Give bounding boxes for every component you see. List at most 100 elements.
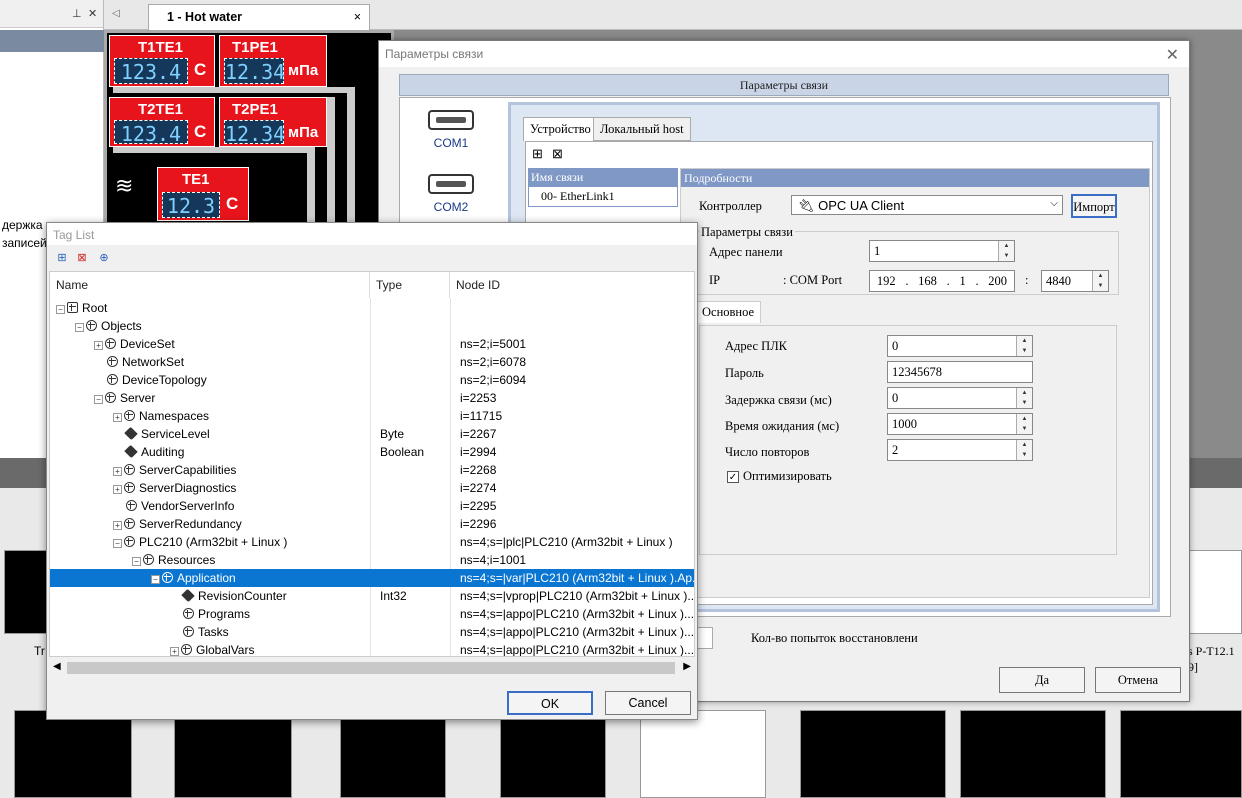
expand-icon[interactable]: + (113, 413, 122, 422)
expand-icon[interactable]: + (113, 485, 122, 494)
tag-tree-row[interactable]: DeviceTopology ns=2;i=6094 (50, 371, 694, 389)
collapse-icon[interactable]: − (75, 323, 84, 332)
timeout-field[interactable]: 1000 ▲ ▼ (887, 413, 1033, 435)
left-pane-selected-item[interactable] (0, 30, 104, 52)
tag-tree-row[interactable]: − Objects (50, 317, 694, 335)
optimize-checkbox[interactable]: ✓ (727, 471, 739, 483)
horizontal-scrollbar[interactable]: ◀ ▶ (49, 659, 695, 677)
com2-item[interactable]: COM2 (416, 174, 486, 214)
tag-block-te1[interactable]: TE1 12.3 C (157, 167, 249, 221)
scroll-thumb[interactable] (67, 662, 675, 674)
collapse-icon[interactable]: − (56, 305, 65, 314)
ip-address-field[interactable]: 192. 168. 1. 200 (869, 270, 1015, 292)
tag-tree-row[interactable]: − Server i=2253 (50, 389, 694, 407)
tag-block-t1te1[interactable]: T1TE1 123.4 C (109, 35, 215, 87)
cancel-button[interactable]: Отмена (1095, 667, 1181, 693)
tag-tree-row[interactable]: Programs ns=4;s=|appo|PLC210 (Arm32bit + … (50, 605, 694, 623)
delete-connection-icon[interactable]: ⊠ (552, 146, 563, 162)
thumbnail[interactable] (174, 710, 292, 798)
expand-icon[interactable]: + (170, 647, 179, 656)
tab-main[interactable]: Основное (695, 301, 762, 323)
expand-icon[interactable]: + (113, 467, 122, 476)
scroll-left-icon[interactable]: ◀ (53, 661, 61, 672)
pin-icon[interactable]: ⊥ (72, 7, 82, 20)
retries-field[interactable]: 2 ▲ ▼ (887, 439, 1033, 461)
close-icon[interactable]: ✕ (1166, 45, 1179, 65)
tag-tree-row[interactable]: + GlobalVars ns=4;s=|appo|PLC210 (Arm32bit… (50, 641, 694, 656)
tag-tree-row[interactable]: − Resources ns=4;i=1001 (50, 551, 694, 569)
add-connection-icon[interactable]: ⊞ (532, 146, 543, 162)
tag-name-cell: − Server (94, 389, 372, 407)
tag-tree-row[interactable]: VendorServerInfo i=2295 (50, 497, 694, 515)
thumbnail[interactable] (1182, 550, 1242, 634)
tag-list-ok-button[interactable]: OK (507, 691, 593, 715)
column-header-node-id[interactable]: Node ID (450, 272, 694, 298)
tag-tree-row[interactable]: Auditing Boolean i=2994 (50, 443, 694, 461)
tag-tree-row[interactable]: − Root (50, 299, 694, 317)
ip-octet: 200 (988, 274, 1008, 288)
thumbnail[interactable] (960, 710, 1106, 798)
tag-tree-row[interactable]: − PLC210 (Arm32bit + Linux ) ns=4;s=|plc|P… (50, 533, 694, 551)
scroll-right-icon[interactable]: ▶ (683, 661, 691, 672)
spinner[interactable]: ▲ ▼ (998, 241, 1014, 261)
tag-name: PLC210 (Arm32bit + Linux ) (139, 535, 288, 549)
tag-tree-row[interactable]: − Application ns=4;s=|var|PLC210 (Arm32bit… (50, 569, 694, 587)
thumbnail[interactable] (500, 716, 606, 798)
controller-select[interactable]: 🔌︎ OPC UA Client ⌵ (791, 195, 1063, 215)
panel-address-field[interactable]: 1 ▲ ▼ (869, 240, 1015, 262)
tab-hot-water[interactable]: 1 - Hot water × (148, 4, 370, 31)
tag-tree-row[interactable]: + ServerCapabilities i=2268 (50, 461, 694, 479)
tab-device[interactable]: Устройство (523, 117, 598, 141)
com1-item[interactable]: COM1 (416, 110, 486, 150)
add-tag-icon[interactable]: ⊞ (55, 251, 69, 265)
list-item[interactable]: 00- EtherLink1 (528, 186, 678, 207)
node-icon (105, 338, 116, 349)
tag-list-cancel-button[interactable]: Cancel (605, 691, 691, 715)
import-button[interactable]: Импорт (1071, 194, 1117, 218)
tag-tree-row[interactable]: ServiceLevel Byte i=2267 (50, 425, 694, 443)
spinner[interactable]: ▲ ▼ (1016, 388, 1032, 408)
delay-field[interactable]: 0 ▲ ▼ (887, 387, 1033, 409)
tab-local-host[interactable]: Локальный host (593, 117, 691, 141)
spinner[interactable]: ▲ ▼ (1016, 440, 1032, 460)
thumbnail[interactable] (800, 710, 946, 798)
tag-block-t2te1[interactable]: T2TE1 123.4 C (109, 97, 215, 147)
spinner[interactable]: ▲ ▼ (1016, 336, 1032, 356)
spinner[interactable]: ▲ ▼ (1092, 271, 1108, 291)
collapse-icon[interactable]: − (113, 539, 122, 548)
tab-close-icon[interactable]: × (354, 10, 361, 24)
port-field[interactable]: 4840 ▲ ▼ (1041, 270, 1109, 292)
close-icon[interactable]: ✕ (88, 7, 97, 20)
collapse-icon[interactable]: − (132, 557, 141, 566)
tag-tree-row[interactable]: NetworkSet ns=2;i=6078 (50, 353, 694, 371)
tag-tree-row[interactable]: Tasks ns=4;s=|appo|PLC210 (Arm32bit + Lin… (50, 623, 694, 641)
delete-tag-icon[interactable]: ⊠ (75, 251, 89, 265)
tag-tree-row[interactable]: + ServerDiagnostics i=2274 (50, 479, 694, 497)
recovery-spinner[interactable] (697, 627, 713, 649)
browse-server-icon[interactable]: ⊕ (97, 251, 111, 265)
thumbnail[interactable] (340, 716, 446, 798)
tag-tree-row[interactable]: + Namespaces i=11715 (50, 407, 694, 425)
tag-block-t1pe1[interactable]: T1PE1 12.34 мПа (219, 35, 327, 87)
tag-tree-row[interactable]: RevisionCounter Int32 ns=4;s=|vprop|PLC210… (50, 587, 694, 605)
heat-exchanger-icon: ≋ (115, 173, 134, 198)
column-header-name[interactable]: Name (50, 272, 370, 298)
tag-tree-row[interactable]: + DeviceSet ns=2;i=5001 (50, 335, 694, 353)
expand-icon[interactable]: + (113, 521, 122, 530)
spinner[interactable]: ▲ ▼ (1016, 414, 1032, 434)
thumbnail[interactable] (4, 550, 48, 634)
tag-tree-row[interactable]: + ServerRedundancy i=2296 (50, 515, 694, 533)
thumbnail[interactable] (14, 710, 132, 798)
password-field[interactable]: 12345678 (887, 361, 1033, 383)
expand-icon[interactable]: + (94, 341, 103, 350)
thumbnail[interactable] (1120, 710, 1242, 798)
thumbnail[interactable] (640, 710, 766, 798)
plc-address-field[interactable]: 0 ▲ ▼ (887, 335, 1033, 357)
collapse-icon[interactable]: − (151, 575, 160, 584)
tag-block-t2pe1[interactable]: T2PE1 12.34 мПа (219, 97, 327, 147)
collapse-icon[interactable]: − (94, 395, 103, 404)
tag-node-id-cell: i=2295 (460, 499, 497, 513)
column-header-type[interactable]: Type (370, 272, 450, 298)
tab-scroll-left-icon[interactable]: ◁ (112, 8, 120, 19)
ok-button[interactable]: Да (999, 667, 1085, 693)
